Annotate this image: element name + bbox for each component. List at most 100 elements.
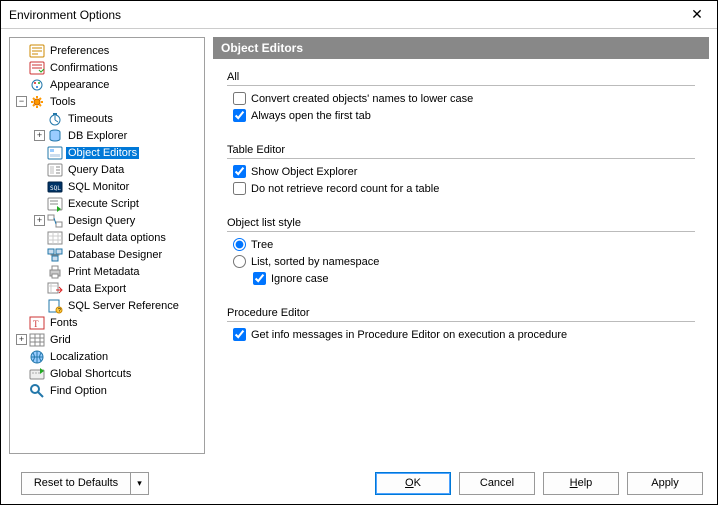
dbexplorer-icon	[47, 128, 63, 144]
tree-item-print-metadata[interactable]: Print Metadata	[12, 263, 202, 280]
execscript-icon	[47, 196, 63, 212]
tree-item-database-designer[interactable]: Database Designer	[12, 246, 202, 263]
tree-item-query-data[interactable]: Query Data	[12, 161, 202, 178]
tree-label: Preferences	[48, 45, 111, 57]
confirm-icon	[29, 60, 45, 76]
tree-label: Appearance	[48, 79, 111, 91]
reset-defaults-dropdown[interactable]: ▾	[131, 472, 149, 495]
svg-text:T: T	[33, 319, 39, 329]
svg-text:?: ?	[58, 308, 61, 314]
check-get-info-msgs[interactable]: Get info messages in Procedure Editor on…	[233, 328, 695, 341]
label-open-first-tab: Always open the first tab	[251, 110, 371, 122]
nav-tree[interactable]: Preferences Confirmations Appearance − Tools…	[9, 37, 205, 454]
checkbox-convert-lower[interactable]	[233, 92, 246, 105]
tree-label: Execute Script	[66, 198, 141, 210]
tree-item-execute-script[interactable]: Execute Script	[12, 195, 202, 212]
tree-label: Object Editors	[66, 147, 139, 159]
label-convert-lower: Convert created objects' names to lower …	[251, 93, 473, 105]
check-convert-lower[interactable]: Convert created objects' names to lower …	[233, 92, 695, 105]
tree-item-confirmations[interactable]: Confirmations	[12, 59, 202, 76]
ok-button[interactable]: OK	[375, 472, 451, 495]
expander-icon[interactable]: −	[16, 96, 27, 107]
tree-item-sql-server-reference[interactable]: ? SQL Server Reference	[12, 297, 202, 314]
group-table-editor: Table Editor Show Object Explorer Do not…	[227, 144, 695, 195]
tree-label: Design Query	[66, 215, 137, 227]
dbdesigner-icon	[47, 247, 63, 263]
tree-item-fonts[interactable]: T Fonts	[12, 314, 202, 331]
sqlref-icon: ?	[47, 298, 63, 314]
panel-header: Object Editors	[213, 37, 709, 59]
dataopt-icon	[47, 230, 63, 246]
check-show-obj-explorer[interactable]: Show Object Explorer	[233, 165, 695, 178]
group-all: All Convert created objects' names to lo…	[227, 71, 695, 122]
check-no-record-count[interactable]: Do not retrieve record count for a table	[233, 182, 695, 195]
tree-label: Localization	[48, 351, 110, 363]
checkbox-no-record-count[interactable]	[233, 182, 246, 195]
group-title-table-editor: Table Editor	[227, 144, 695, 156]
tree-item-find-option[interactable]: Find Option	[12, 382, 202, 399]
footer: Reset to Defaults ▾ OK Cancel Help Apply	[1, 462, 717, 504]
group-title-list-style: Object list style	[227, 217, 695, 229]
checkbox-ignore-case[interactable]	[253, 272, 266, 285]
tree-item-default-data-options[interactable]: Default data options	[12, 229, 202, 246]
tree-label: Find Option	[48, 385, 109, 397]
tree-label: Default data options	[66, 232, 168, 244]
tree-item-design-query[interactable]: + Design Query	[12, 212, 202, 229]
label-ignore-case: Ignore case	[271, 273, 328, 285]
sqlmonitor-icon: SQL	[47, 179, 63, 195]
apply-button[interactable]: Apply	[627, 472, 703, 495]
environment-options-window: Environment Options ✕ Preferences Confirm…	[0, 0, 718, 505]
tree-item-preferences[interactable]: Preferences	[12, 42, 202, 59]
tree-label: Timeouts	[66, 113, 115, 125]
tree-label: Database Designer	[66, 249, 164, 261]
tree-item-tools[interactable]: − Tools	[12, 93, 202, 110]
close-button[interactable]: ✕	[683, 5, 711, 25]
tree-label: Print Metadata	[66, 266, 142, 278]
tree-label: Tools	[48, 96, 78, 108]
radio-input-list-ns[interactable]	[233, 255, 246, 268]
timeout-icon	[47, 111, 63, 127]
expander-icon[interactable]: +	[16, 334, 27, 345]
objeditor-icon	[47, 145, 63, 161]
check-open-first-tab[interactable]: Always open the first tab	[233, 109, 695, 122]
label-get-info-msgs: Get info messages in Procedure Editor on…	[251, 329, 567, 341]
expander-icon[interactable]: +	[34, 215, 45, 226]
reset-defaults-button[interactable]: Reset to Defaults	[21, 472, 131, 495]
window-title: Environment Options	[9, 8, 121, 22]
checkbox-get-info-msgs[interactable]	[233, 328, 246, 341]
tree-label: DB Explorer	[66, 130, 129, 142]
tree-item-timeouts[interactable]: Timeouts	[12, 110, 202, 127]
tree-label: Fonts	[48, 317, 80, 329]
help-button[interactable]: Help	[543, 472, 619, 495]
check-ignore-case[interactable]: Ignore case	[253, 272, 695, 285]
tree-item-grid[interactable]: +Grid	[12, 331, 202, 348]
reset-defaults-splitbutton[interactable]: Reset to Defaults ▾	[21, 472, 149, 495]
tree-label: Query Data	[66, 164, 126, 176]
tree-item-object-editors[interactable]: Object Editors	[12, 144, 202, 161]
checkbox-show-obj-explorer[interactable]	[233, 165, 246, 178]
fonts-icon: T	[29, 315, 45, 331]
group-title-all: All	[227, 71, 695, 83]
printmeta-icon	[47, 264, 63, 280]
cancel-button[interactable]: Cancel	[459, 472, 535, 495]
dataexport-icon	[47, 281, 63, 297]
tree-item-global-shortcuts[interactable]: Global Shortcuts	[12, 365, 202, 382]
tree-item-localization[interactable]: Localization	[12, 348, 202, 365]
tree-item-appearance[interactable]: Appearance	[12, 76, 202, 93]
expander-icon[interactable]: +	[34, 130, 45, 141]
radio-input-tree[interactable]	[233, 238, 246, 251]
tree-label: SQL Server Reference	[66, 300, 181, 312]
grid-icon	[29, 332, 45, 348]
tree-item-sql-monitor[interactable]: SQLSQL Monitor	[12, 178, 202, 195]
divider	[227, 321, 695, 322]
pref-icon	[29, 43, 45, 59]
checkbox-open-first-tab[interactable]	[233, 109, 246, 122]
tree-label: Confirmations	[48, 62, 120, 74]
divider	[227, 231, 695, 232]
tree-item-db-explorer[interactable]: + DB Explorer	[12, 127, 202, 144]
tree-label: Global Shortcuts	[48, 368, 133, 380]
radio-list-ns[interactable]: List, sorted by namespace	[233, 255, 695, 268]
tree-label: SQL Monitor	[66, 181, 131, 193]
tree-item-data-export[interactable]: Data Export	[12, 280, 202, 297]
radio-tree[interactable]: Tree	[233, 238, 695, 251]
